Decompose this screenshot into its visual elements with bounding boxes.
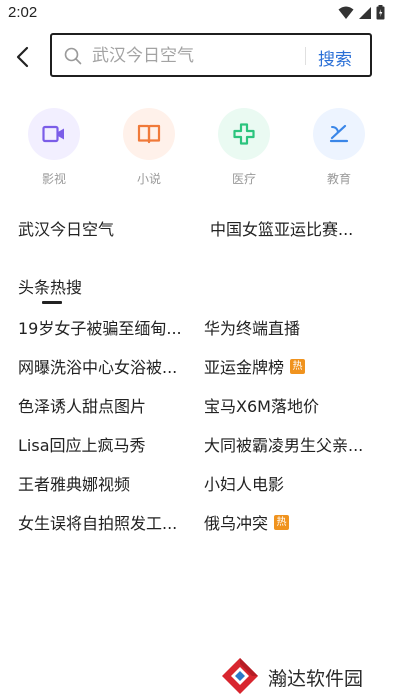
hot-item-text: 19岁女子被骗至缅甸...	[18, 319, 182, 338]
status-bar: 2:02	[0, 0, 393, 28]
hot-item-text: 亚运金牌榜	[204, 358, 285, 377]
hot-item[interactable]: 大同被霸凌男生父亲...	[204, 432, 363, 456]
hot-item-text: 女生误将自拍照发工...	[18, 514, 178, 533]
quick-entry-label: 教育	[326, 172, 351, 186]
hot-item[interactable]: 小妇人电影	[204, 471, 284, 495]
history-item[interactable]: 武汉今日空气	[18, 216, 114, 240]
watermark: 瀚达软件园	[216, 652, 393, 700]
quick-entry-medical-circle	[218, 108, 270, 160]
video-camera-icon	[42, 125, 64, 143]
hot-item[interactable]: 宝马X6M落地价	[204, 393, 319, 417]
search-input[interactable]	[90, 43, 304, 69]
hot-item[interactable]: 俄乌冲突 热	[204, 510, 290, 534]
open-book-icon	[137, 124, 161, 144]
hot-item-text: 宝马X6M落地价	[204, 397, 319, 416]
quick-entry-education[interactable]: 教育	[304, 108, 374, 187]
hot-item[interactable]: 网曝洗浴中心女浴被...	[18, 354, 177, 378]
back-arrow-icon	[16, 46, 29, 68]
hot-item[interactable]: 女生误将自拍照发工...	[18, 510, 177, 534]
wifi-icon	[338, 6, 354, 19]
hot-item-text: 网曝洗浴中心女浴被...	[18, 358, 178, 377]
hot-item[interactable]: Lisa回应上疯马秀	[18, 432, 146, 456]
hot-section-underline	[42, 301, 62, 304]
search-divider	[305, 47, 306, 65]
quick-entries: 影视 小说 医疗 教育	[0, 108, 393, 188]
quick-entry-video-circle	[28, 108, 80, 160]
quick-entry-label: 小说	[136, 172, 161, 186]
hot-item[interactable]: 亚运金牌榜 热	[204, 354, 306, 378]
hot-item[interactable]: 华为终端直播	[204, 315, 300, 339]
search-icon	[64, 47, 82, 65]
quick-entry-medical[interactable]: 医疗	[209, 108, 279, 187]
hot-badge: 热	[290, 358, 306, 374]
watermark-logo-icon	[222, 658, 258, 694]
search-button[interactable]: 搜索	[318, 45, 352, 70]
hot-badge: 热	[274, 514, 290, 530]
search-box[interactable]: 搜索	[50, 33, 372, 77]
quick-entry-novel[interactable]: 小说	[114, 108, 184, 187]
hot-item-text: 华为终端直播	[204, 319, 301, 338]
quick-entry-label: 医疗	[231, 172, 256, 186]
hot-item-text: 大同被霸凌男生父亲...	[204, 436, 364, 455]
battery-icon	[376, 5, 385, 20]
education-icon	[329, 124, 349, 143]
medical-cross-icon	[233, 123, 255, 145]
back-button[interactable]	[12, 44, 36, 70]
status-icons	[338, 5, 385, 20]
quick-entry-video[interactable]: 影视	[19, 108, 89, 187]
hot-item-text: 小妇人电影	[204, 475, 285, 494]
signal-icon	[359, 6, 371, 19]
hot-item-text: 色泽诱人甜点图片	[18, 397, 147, 416]
quick-entry-label: 影视	[41, 172, 66, 186]
hot-item-text: Lisa回应上疯马秀	[18, 436, 146, 455]
status-time: 2:02	[8, 4, 38, 21]
hot-item-text: 王者雅典娜视频	[18, 475, 131, 494]
hot-item[interactable]: 王者雅典娜视频	[18, 471, 130, 495]
hot-item[interactable]: 19岁女子被骗至缅甸...	[18, 315, 182, 339]
watermark-text: 瀚达软件园	[268, 668, 364, 690]
history-item[interactable]: 中国女篮亚运比赛...	[210, 216, 353, 240]
hot-section-title: 头条热搜	[18, 278, 83, 297]
quick-entry-novel-circle	[123, 108, 175, 160]
hot-item[interactable]: 色泽诱人甜点图片	[18, 393, 146, 417]
quick-entry-education-circle	[313, 108, 365, 160]
hot-item-text: 俄乌冲突	[204, 514, 269, 533]
